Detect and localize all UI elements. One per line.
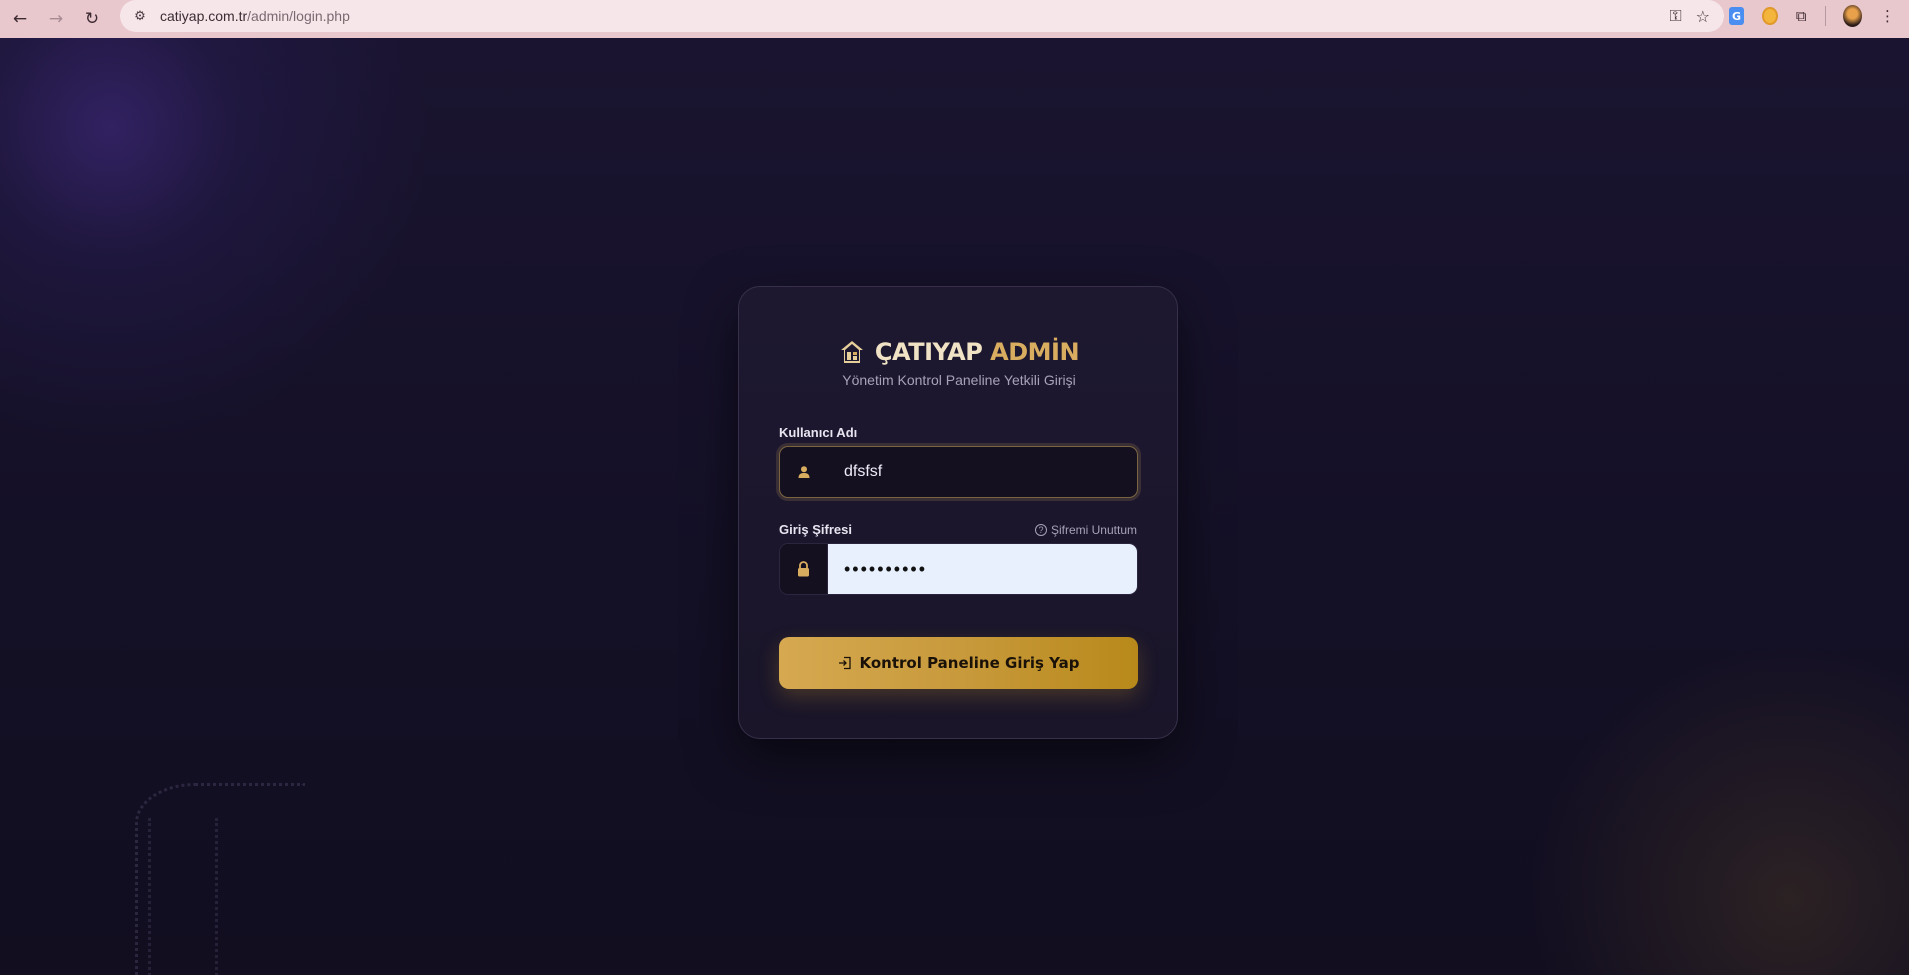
browser-toolbar: ← → ↻ ⚙ catiyap.com.tr/admin/login.php ⚿… [0,0,1909,38]
url-host: catiyap.com.tr [160,8,248,24]
lock-icon [780,544,828,594]
omnibox-actions: ⚿ ☆ [1669,0,1710,32]
brand-header: ÇATIYAP ADMİN [739,337,1179,367]
login-subtitle: Yönetim Kontrol Paneline Yetkili Girişi [842,372,1076,388]
reload-icon[interactable]: ↻ [74,4,110,34]
extensions-area: G ⧉ ⋮ [1729,0,1909,32]
url-text[interactable]: catiyap.com.tr/admin/login.php [160,8,350,24]
translate-extension-icon[interactable]: G [1729,7,1745,25]
forgot-password-label: Şifremi Unuttum [1050,523,1137,537]
back-icon[interactable]: ← [2,4,38,34]
brand-title: ÇATIYAP ADMİN [874,338,1080,366]
toolbar-divider [1824,6,1826,26]
coin-extension-icon[interactable] [1762,7,1778,25]
address-bar[interactable]: ⚙ catiyap.com.tr/admin/login.php ⚿ ☆ [120,0,1724,32]
user-icon [780,447,828,497]
url-path: /admin/login.php [247,8,350,24]
password-label: Giriş Şifresi [779,522,852,537]
login-submit-label: Kontrol Paneline Giriş Yap [859,654,1080,672]
browser-menu-icon[interactable]: ⋮ [1880,7,1895,25]
question-circle-icon: ? [1034,524,1047,536]
house-icon [840,341,863,363]
brand-title-part2: ADMİN [990,338,1080,366]
login-submit-button[interactable]: Kontrol Paneline Giriş Yap [779,637,1138,689]
decorative-ladder [148,818,218,975]
profile-avatar[interactable] [1843,5,1862,27]
site-info-icon[interactable]: ⚙ [126,2,154,30]
extensions-puzzle-icon[interactable]: ⧉ [1796,7,1807,25]
password-input[interactable] [828,544,1137,594]
username-field[interactable] [779,446,1138,498]
username-label: Kullanıcı Adı [779,425,858,440]
password-key-icon[interactable]: ⚿ [1669,6,1681,26]
forgot-password-link[interactable]: ? Şifremi Unuttum [1034,523,1137,537]
forward-icon[interactable]: → [38,4,74,34]
brand-title-part1: ÇATIYAP [874,338,983,366]
username-input[interactable] [828,447,1137,497]
login-page: ÇATIYAP ADMİN Yönetim Kontrol Paneline Y… [0,38,1909,975]
password-field[interactable] [779,543,1138,595]
bookmark-star-icon[interactable]: ☆ [1696,7,1710,26]
login-card: ÇATIYAP ADMİN Yönetim Kontrol Paneline Y… [738,286,1178,739]
sign-in-icon [838,656,851,670]
